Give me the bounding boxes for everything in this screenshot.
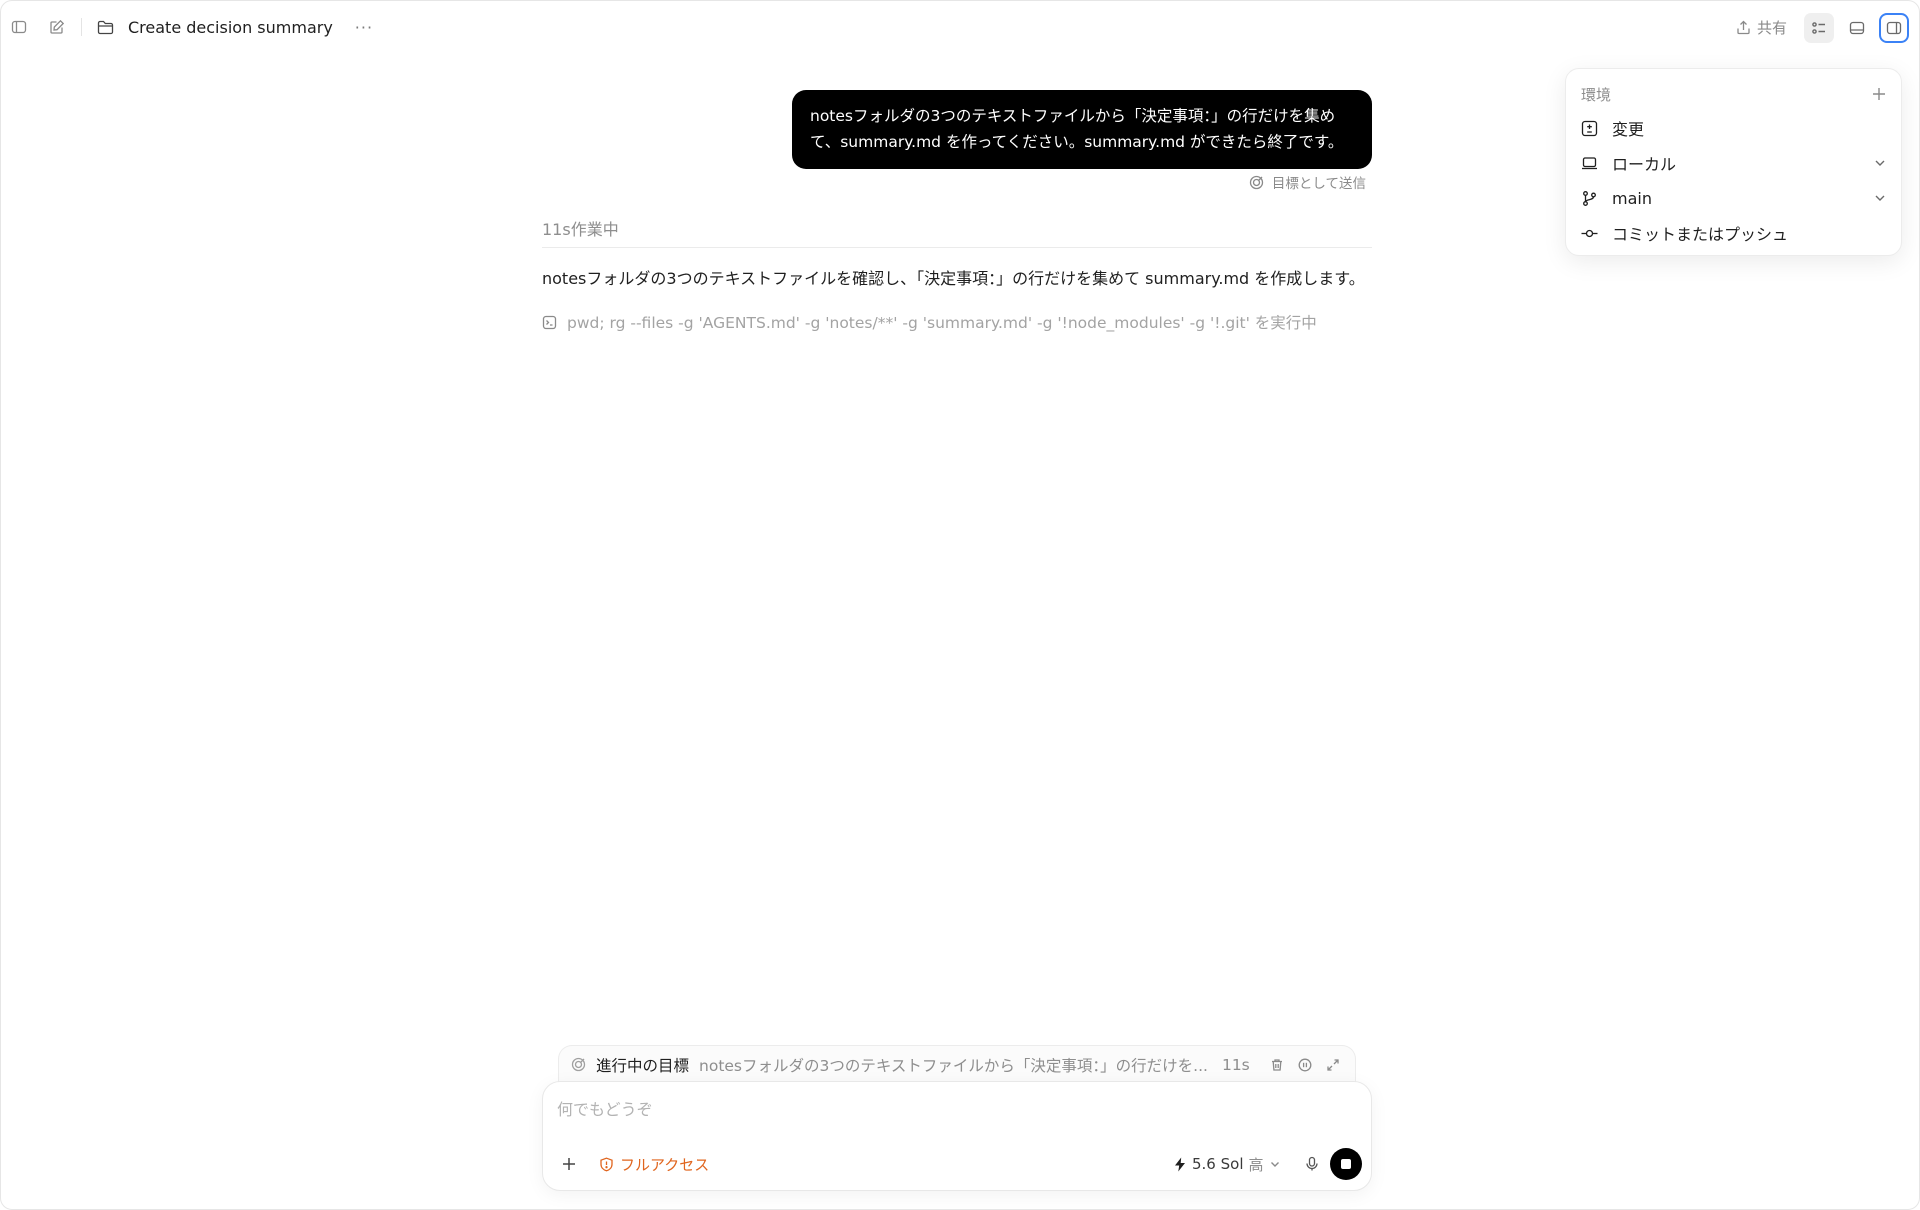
more-options-button[interactable]: ··· xyxy=(355,18,373,37)
laptop-icon xyxy=(1581,155,1598,172)
goal-label: 進行中の目標 xyxy=(596,1056,690,1075)
goal-icon xyxy=(1249,175,1264,190)
environment-panel: 環境 変更 ローカル main コミットまたはプッシュ xyxy=(1565,68,1902,256)
composer: フルアクセス 5.6 Sol 高 xyxy=(542,1081,1372,1191)
titlebar-divider xyxy=(81,18,82,36)
running-command: pwd; rg --files -g 'AGENTS.md' -g 'notes… xyxy=(542,311,1317,333)
shield-alert-icon xyxy=(599,1157,614,1172)
branch-icon xyxy=(1581,190,1598,207)
goal-icon xyxy=(571,1057,586,1072)
user-message-bubble: notesフォルダの3つのテキストファイルから「決定事項：」の行だけを集めて、s… xyxy=(792,90,1372,169)
lightning-icon xyxy=(1173,1157,1187,1172)
commit-icon xyxy=(1581,225,1598,242)
terminal-panel-icon[interactable] xyxy=(1842,13,1872,43)
goal-actions xyxy=(1270,1058,1340,1072)
diff-icon xyxy=(1581,120,1598,137)
goal-text: notesフォルダの3つのテキストファイルから「決定事項：」の行だけを... xyxy=(699,1056,1208,1075)
env-item-commit-push[interactable]: コミットまたはプッシュ xyxy=(1581,219,1887,247)
terminal-icon xyxy=(542,315,557,330)
command-text: pwd; rg --files -g 'AGENTS.md' -g 'notes… xyxy=(567,314,1317,332)
env-item-changes[interactable]: 変更 xyxy=(1581,114,1887,142)
stop-button[interactable] xyxy=(1330,1148,1362,1180)
env-item-label: コミットまたはプッシュ xyxy=(1612,225,1789,244)
stop-icon xyxy=(1341,1159,1351,1169)
env-item-label: main xyxy=(1612,188,1652,208)
env-item-label: ローカル xyxy=(1612,155,1677,174)
title-area: Create decision summary ··· xyxy=(97,15,373,39)
env-item-local[interactable]: ローカル xyxy=(1581,149,1887,177)
add-attachment-icon[interactable] xyxy=(557,1152,581,1176)
model-selector[interactable]: 5.6 Sol 高 xyxy=(1173,1152,1281,1176)
share-icon xyxy=(1736,20,1751,35)
environment-header: 環境 xyxy=(1581,83,1887,105)
send-as-goal-button[interactable]: 目標として送信 xyxy=(1249,172,1366,192)
share-label: 共有 xyxy=(1756,18,1787,37)
message-input[interactable] xyxy=(557,1096,1337,1122)
titlebar: Create decision summary ··· 共有 xyxy=(1,1,1919,53)
right-panel-toggle-icon[interactable] xyxy=(1879,13,1909,43)
tasks-view-icon[interactable] xyxy=(1804,13,1834,43)
add-environment-icon[interactable] xyxy=(1871,86,1887,102)
page-title: Create decision summary xyxy=(128,17,333,37)
goal-time: 11s xyxy=(1221,1055,1250,1074)
assistant-message: notesフォルダの3つのテキストファイルを確認し、「決定事項：」の行だけを集め… xyxy=(542,269,1365,288)
trash-icon[interactable] xyxy=(1270,1058,1284,1072)
env-item-label: 変更 xyxy=(1612,120,1645,139)
environment-title: 環境 xyxy=(1581,85,1612,104)
working-status: 11s作業中 xyxy=(542,220,619,239)
sidebar-toggle-icon[interactable] xyxy=(7,15,31,39)
microphone-icon[interactable] xyxy=(1300,1152,1324,1176)
effort-label: 高 xyxy=(1248,1155,1264,1174)
access-level-label: フルアクセス xyxy=(620,1155,710,1174)
divider xyxy=(542,247,1372,248)
chevron-down-icon xyxy=(1269,1158,1281,1170)
app-window: Create decision summary ··· 共有 notesフォルダ… xyxy=(0,0,1920,1210)
active-goal-strip: 進行中の目標 notesフォルダの3つのテキストファイルから「決定事項：」の行だ… xyxy=(558,1045,1356,1083)
chevron-down-icon[interactable] xyxy=(1873,190,1887,209)
env-item-branch[interactable]: main xyxy=(1581,184,1887,212)
new-chat-icon[interactable] xyxy=(45,15,69,39)
chevron-down-icon[interactable] xyxy=(1873,155,1887,174)
pause-icon[interactable] xyxy=(1298,1058,1312,1072)
share-button[interactable]: 共有 xyxy=(1736,14,1787,40)
access-level-button[interactable]: フルアクセス xyxy=(599,1152,709,1176)
expand-icon[interactable] xyxy=(1326,1058,1340,1072)
model-label: 5.6 Sol xyxy=(1192,1155,1244,1173)
send-as-goal-label: 目標として送信 xyxy=(1271,176,1366,192)
folder-icon xyxy=(97,20,114,35)
